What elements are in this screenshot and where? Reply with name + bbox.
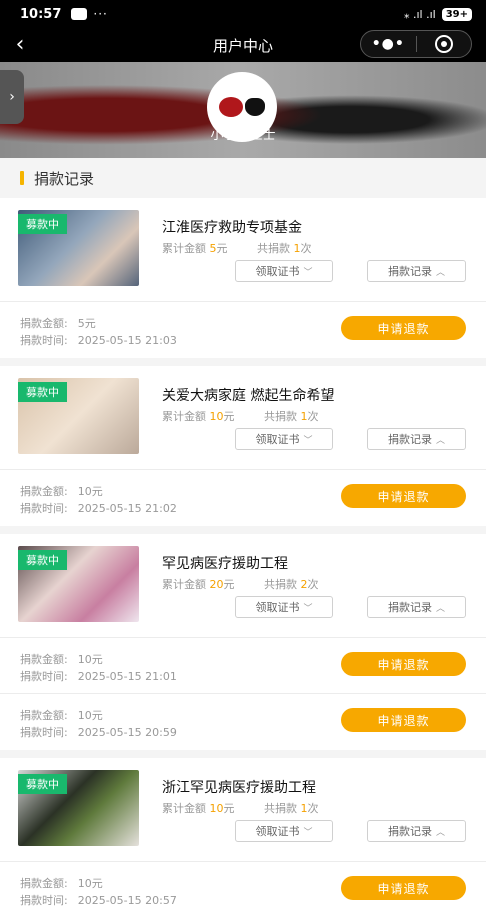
nav-bar: ‹ 用户中心 •●• — [0, 28, 486, 62]
donation-time: 2025-05-15 21:02 — [77, 502, 177, 515]
total-amount-value: 10 — [209, 410, 224, 423]
status-dots: ··· — [93, 7, 108, 21]
project-stats: 累计金额 20元 共捐款 2次 — [162, 578, 319, 591]
status-time: 10:57 — [20, 6, 62, 22]
donation-amount: 10元 — [77, 485, 103, 498]
donation-record-row: 捐款金额: 5元 捐款时间: 2025-05-15 21:03 申请退款 — [0, 302, 486, 358]
project-title[interactable]: 罕见病医疗援助工程 — [162, 553, 288, 573]
request-refund-button[interactable]: 申请退款 — [341, 316, 466, 340]
apple-avatar-shape — [219, 97, 243, 117]
chevron-down-icon: ﹀ — [303, 267, 313, 278]
donation-records-toggle[interactable]: 捐款记录 ︿ — [367, 428, 466, 450]
cat-avatar-shape — [245, 98, 265, 116]
project-card: 募款中 罕见病医疗援助工程 累计金额 20元 共捐款 2次 领取证书 ﹀ 捐款记录… — [0, 534, 486, 750]
section-title: 捐款记录 — [34, 169, 95, 188]
project-summary: 募款中 罕见病医疗援助工程 累计金额 20元 共捐款 2次 领取证书 ﹀ 捐款记录… — [0, 534, 486, 638]
project-card: 募款中 关爱大病家庭 燃起生命希望 累计金额 10元 共捐款 1次 领取证书 ﹀ … — [0, 366, 486, 526]
get-certificate-button[interactable]: 领取证书 ﹀ — [235, 820, 333, 842]
donation-count-value: 1 — [300, 802, 308, 815]
more-options-button[interactable]: •●• — [361, 36, 416, 52]
wechat-icon — [71, 8, 88, 20]
project-title[interactable]: 江淮医疗救助专项基金 — [162, 217, 302, 237]
donation-record-row: 捐款金额: 10元 捐款时间: 2025-05-15 21:02 申请退款 — [0, 470, 486, 526]
donation-time: 2025-05-15 20:57 — [77, 894, 177, 907]
donation-records-toggle[interactable]: 捐款记录 ︿ — [367, 596, 466, 618]
status-badge: 募款中 — [18, 774, 67, 794]
get-certificate-button[interactable]: 领取证书 ﹀ — [235, 260, 333, 282]
project-title[interactable]: 浙江罕见病医疗援助工程 — [162, 777, 316, 797]
back-button[interactable]: ‹ — [0, 28, 40, 62]
total-amount-value: 5 — [209, 242, 217, 255]
request-refund-button[interactable]: 申请退款 — [341, 484, 466, 508]
donation-amount: 10元 — [77, 877, 103, 890]
project-summary: 募款中 江淮医疗救助专项基金 累计金额 5元 共捐款 1次 领取证书 ﹀ 捐款记录… — [0, 198, 486, 302]
request-refund-button[interactable]: 申请退款 — [341, 708, 466, 732]
profile-banner: › 小小怪上士 — [0, 62, 486, 158]
close-mini-program-button[interactable] — [417, 35, 472, 53]
donation-records-toggle[interactable]: 捐款记录 ︿ — [367, 820, 466, 842]
target-close-icon — [434, 35, 453, 53]
project-thumbnail[interactable]: 募款中 — [18, 210, 139, 286]
battery-indicator: 39+ — [441, 7, 472, 21]
donation-count-value: 1 — [300, 410, 308, 423]
chevron-up-icon: ︿ — [435, 435, 445, 446]
total-amount-value: 10 — [209, 802, 224, 815]
donation-record-row: 捐款金额: 10元 捐款时间: 2025-05-15 20:57 申请退款 — [0, 862, 486, 909]
username: 小小怪上士 — [210, 128, 276, 143]
status-badge: 募款中 — [18, 382, 67, 402]
donation-count-value: 2 — [300, 578, 308, 591]
section-header: 捐款记录 — [0, 158, 486, 198]
get-certificate-button[interactable]: 领取证书 ﹀ — [235, 428, 333, 450]
donation-count-value: 1 — [293, 242, 301, 255]
project-summary: 募款中 浙江罕见病医疗援助工程 累计金额 10元 共捐款 1次 领取证书 ﹀ 捐款… — [0, 758, 486, 862]
chevron-down-icon: ﹀ — [303, 827, 313, 838]
side-drawer-toggle[interactable]: › — [0, 70, 24, 124]
request-refund-button[interactable]: 申请退款 — [341, 652, 466, 676]
project-card: 募款中 江淮医疗救助专项基金 累计金额 5元 共捐款 1次 领取证书 ﹀ 捐款记录… — [0, 198, 486, 358]
chevron-up-icon: ︿ — [435, 827, 445, 838]
donation-records-toggle[interactable]: 捐款记录 ︿ — [367, 260, 466, 282]
project-summary: 募款中 关爱大病家庭 燃起生命希望 累计金额 10元 共捐款 1次 领取证书 ﹀ … — [0, 366, 486, 470]
chevron-up-icon: ︿ — [435, 603, 445, 614]
project-thumbnail[interactable]: 募款中 — [18, 546, 139, 622]
donation-record-row: 捐款金额: 10元 捐款时间: 2025-05-15 21:01 申请退款 — [0, 638, 486, 694]
mini-program-capsule: •●• — [360, 30, 472, 58]
status-bar: 10:57 ··· ⁎ .ıl .ıl 39+ — [0, 0, 486, 28]
status-badge: 募款中 — [18, 550, 67, 570]
chevron-down-icon: ﹀ — [303, 603, 313, 614]
get-certificate-button[interactable]: 领取证书 ﹀ — [235, 596, 333, 618]
total-amount-value: 20 — [209, 578, 224, 591]
project-title[interactable]: 关爱大病家庭 燃起生命希望 — [162, 385, 334, 405]
donation-time: 2025-05-15 20:59 — [77, 726, 177, 739]
donation-time: 2025-05-15 21:03 — [77, 334, 177, 347]
donation-amount: 5元 — [77, 317, 96, 330]
project-stats: 累计金额 10元 共捐款 1次 — [162, 410, 319, 423]
chevron-up-icon: ︿ — [435, 267, 445, 278]
top-bar: 10:57 ··· ⁎ .ıl .ıl 39+ ‹ 用户中心 •●• — [0, 0, 486, 62]
project-stats: 累计金额 5元 共捐款 1次 — [162, 242, 312, 255]
project-card: 募款中 浙江罕见病医疗援助工程 累计金额 10元 共捐款 1次 领取证书 ﹀ 捐款… — [0, 758, 486, 909]
donation-amount: 10元 — [77, 653, 103, 666]
donation-time: 2025-05-15 21:01 — [77, 670, 177, 683]
chevron-down-icon: ﹀ — [303, 435, 313, 446]
donation-record-row: 捐款金额: 10元 捐款时间: 2025-05-15 20:59 申请退款 — [0, 694, 486, 750]
section-accent-bar — [20, 171, 24, 185]
request-refund-button[interactable]: 申请退款 — [341, 876, 466, 900]
status-badge: 募款中 — [18, 214, 67, 234]
project-stats: 累计金额 10元 共捐款 1次 — [162, 802, 319, 815]
project-thumbnail[interactable]: 募款中 — [18, 378, 139, 454]
project-thumbnail[interactable]: 募款中 — [18, 770, 139, 846]
signal-icon: ⁎ .ıl .ıl — [403, 7, 436, 21]
donation-amount: 10元 — [77, 709, 103, 722]
